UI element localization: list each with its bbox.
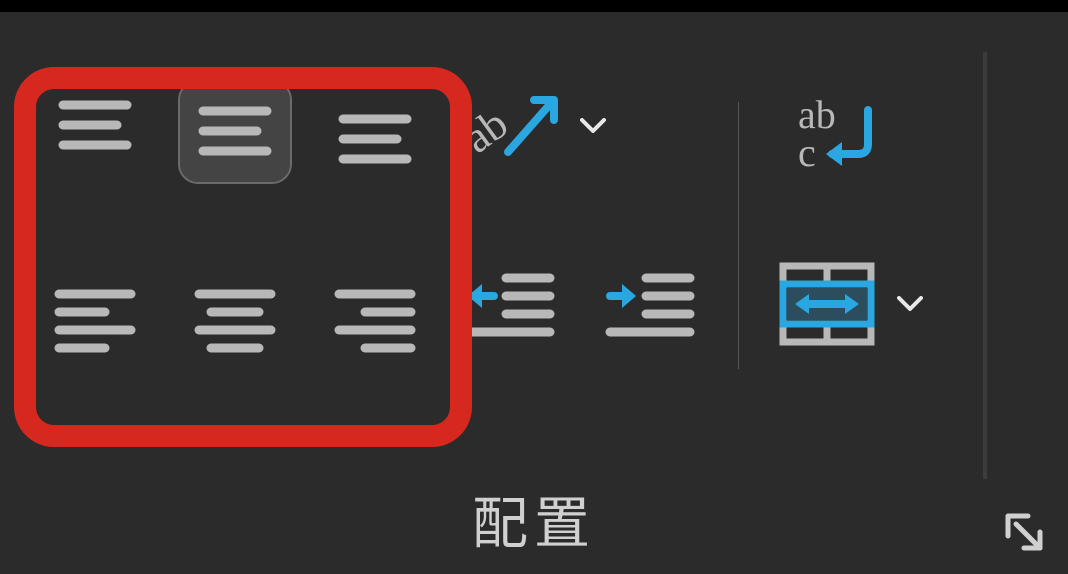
group-label: 配置: [0, 479, 1068, 574]
ribbon-content: ab: [0, 12, 1068, 479]
align-center-button[interactable]: [180, 272, 290, 372]
increase-indent-button[interactable]: [600, 256, 700, 356]
dialog-launcher-icon: [1002, 510, 1048, 556]
decrease-indent-button[interactable]: [460, 256, 560, 356]
chevron-down-icon: [580, 118, 606, 134]
chevron-down-icon: [897, 296, 923, 312]
align-middle-button[interactable]: [180, 82, 290, 182]
group-right-border: [983, 52, 987, 479]
orientation-dropdown[interactable]: ab: [460, 82, 606, 170]
alignment-ribbon-group: ab: [0, 12, 1068, 574]
horizontal-align-row: [40, 272, 430, 372]
indent-row: [460, 256, 700, 356]
merge-center-icon: [777, 262, 877, 346]
indent-increase-icon: [604, 270, 696, 342]
align-top-icon: [55, 97, 135, 167]
section-separator: [738, 102, 739, 369]
align-middle-icon: [195, 97, 275, 167]
align-left-button[interactable]: [40, 272, 150, 372]
indent-decrease-icon: [464, 270, 556, 342]
orientation-indent-section: ab: [450, 52, 720, 479]
vertical-align-row: [40, 82, 430, 182]
dialog-launcher-button[interactable]: [1002, 510, 1048, 556]
svg-text:c: c: [798, 130, 816, 175]
align-left-icon: [53, 286, 137, 358]
wrap-text-icon: ab c: [782, 88, 882, 176]
align-right-button[interactable]: [320, 272, 430, 372]
orientation-icon: ab: [460, 82, 560, 170]
wrap-row: ab c: [777, 82, 923, 182]
orientation-row: ab: [460, 82, 700, 170]
align-center-icon: [193, 286, 277, 358]
align-bottom-icon: [335, 97, 415, 167]
align-top-button[interactable]: [40, 82, 150, 182]
wrap-text-button[interactable]: ab c: [777, 82, 887, 182]
merge-row: [777, 262, 923, 346]
align-right-icon: [333, 286, 417, 358]
align-bottom-button[interactable]: [320, 82, 430, 182]
merge-center-dropdown[interactable]: [777, 262, 923, 346]
wrap-merge-section: ab c: [757, 52, 983, 479]
alignment-grid-section: [0, 52, 450, 479]
